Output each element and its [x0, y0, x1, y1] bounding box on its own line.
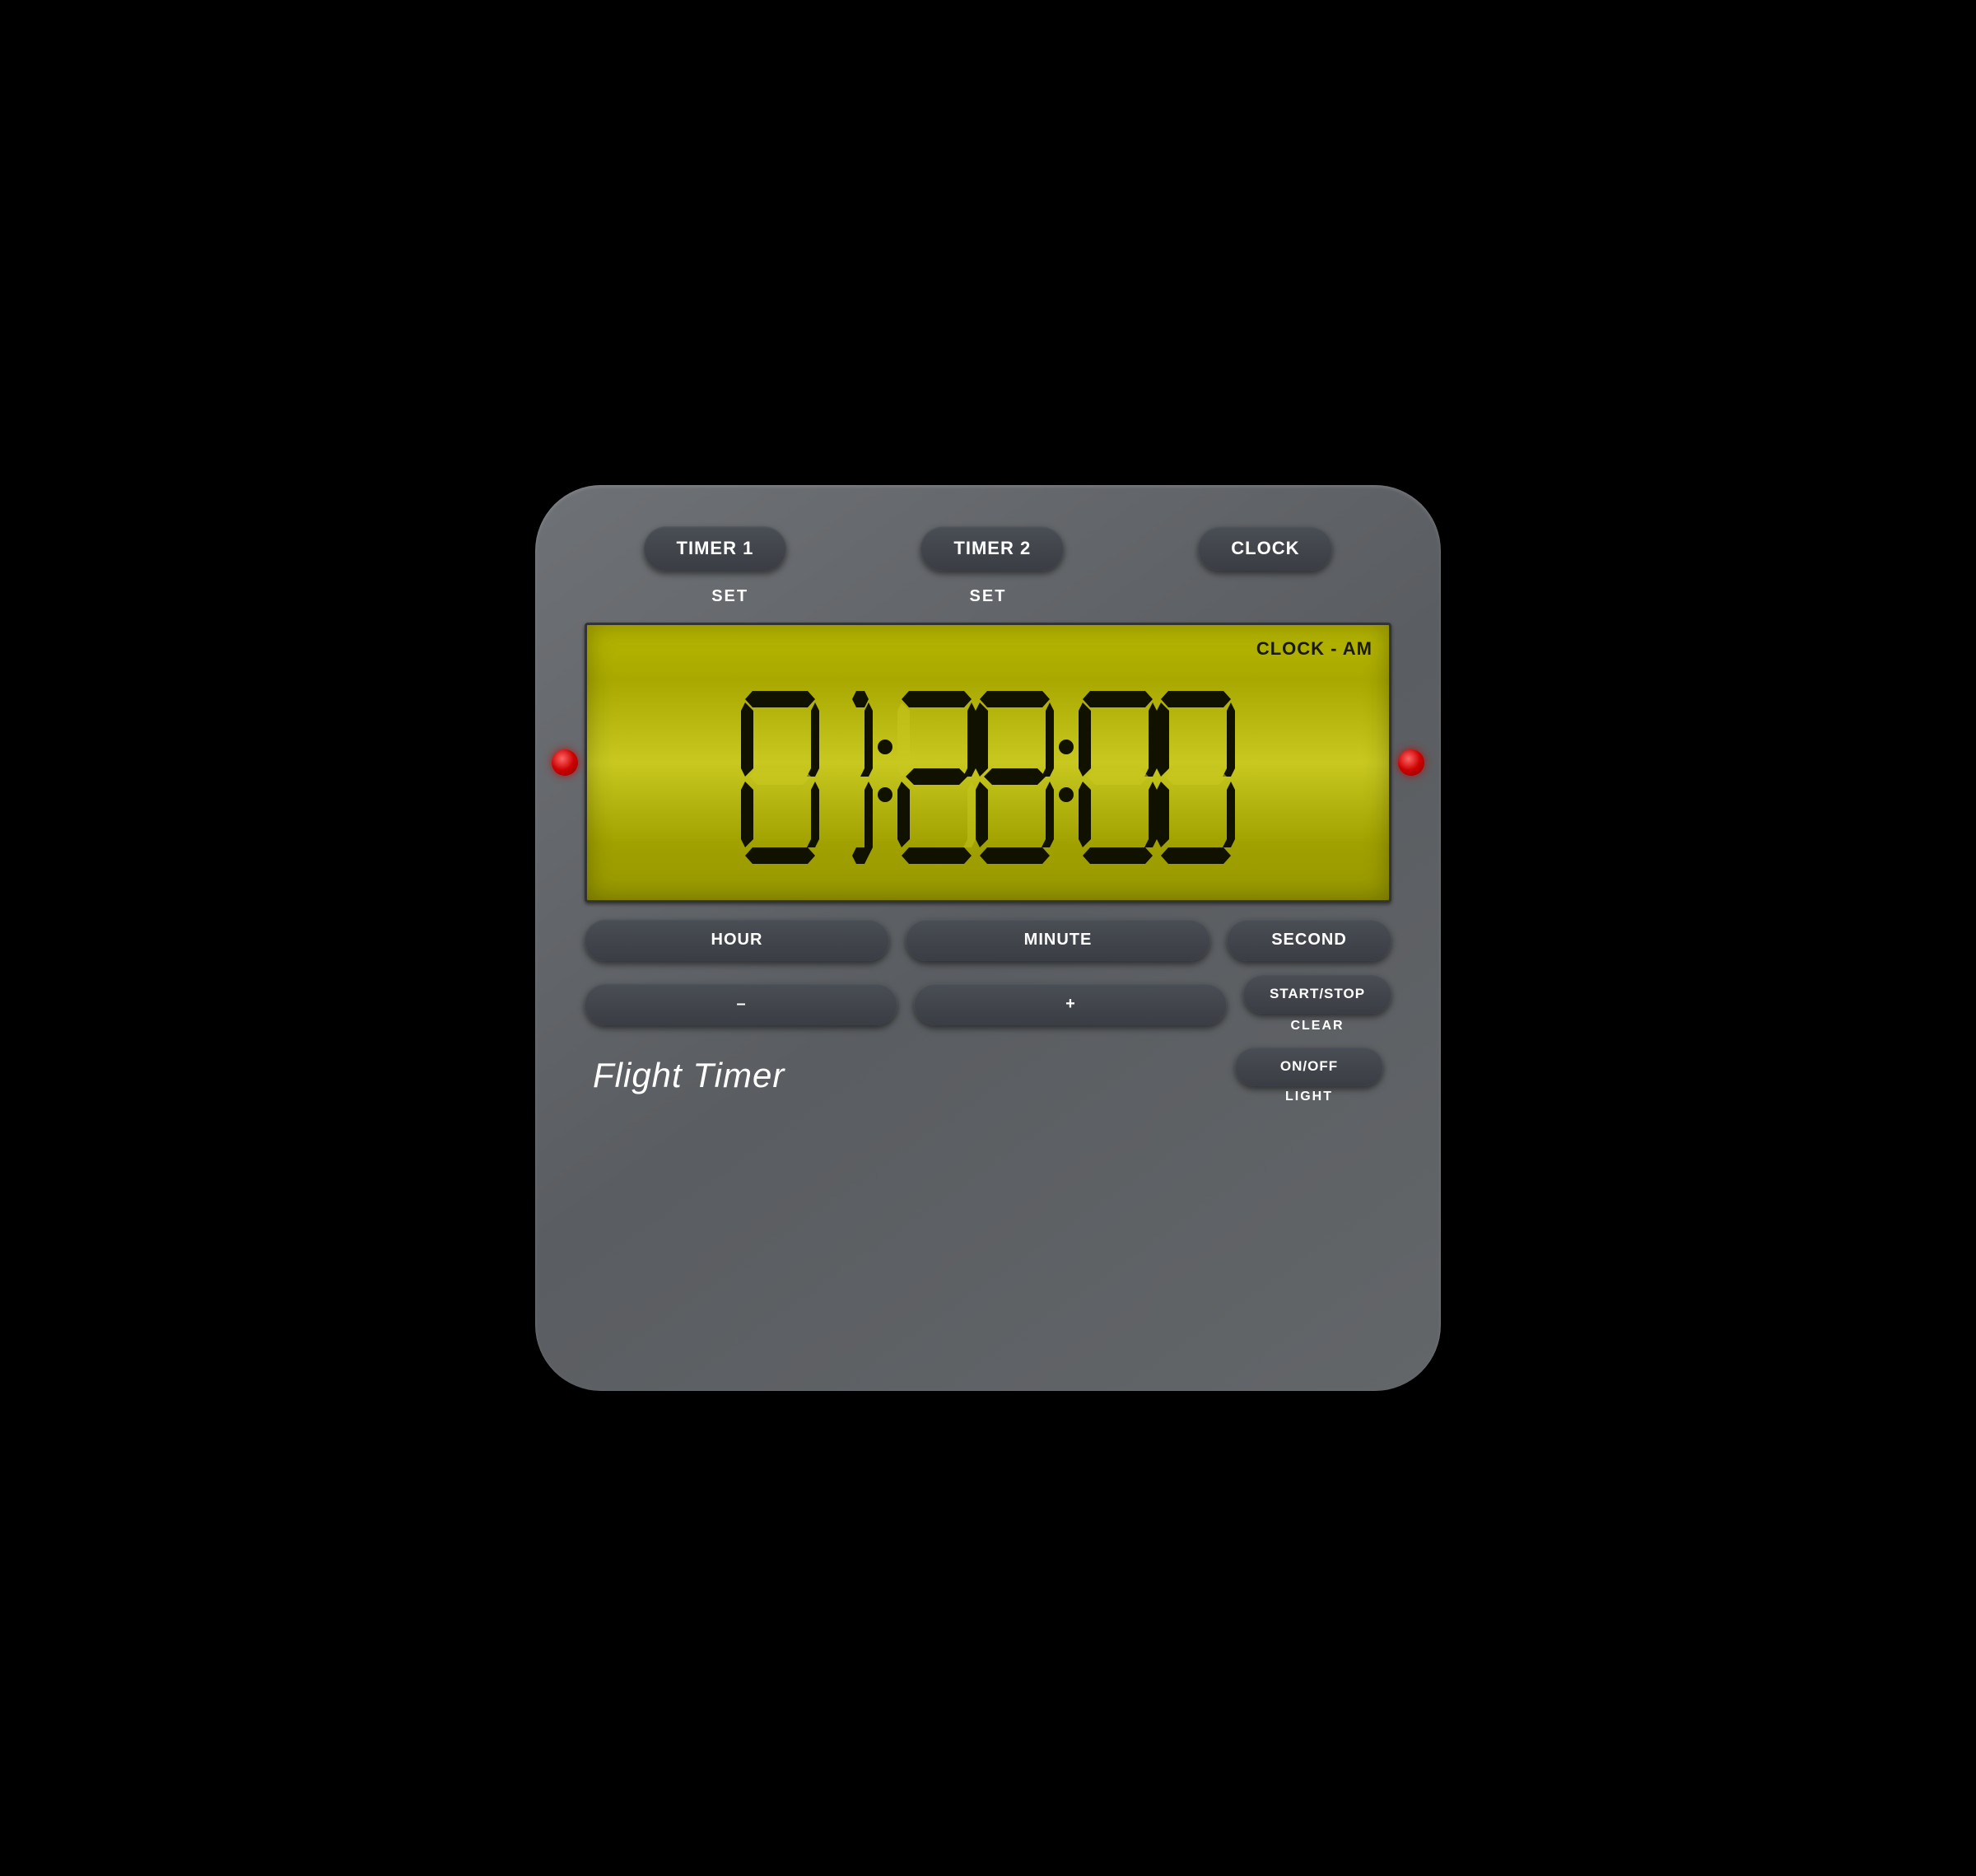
- timer1-button[interactable]: TIMER 1: [644, 526, 787, 571]
- lcd-display: CLOCK - AM: [585, 623, 1391, 903]
- minute-button[interactable]: MINUTE: [906, 919, 1210, 961]
- top-buttons-row: TIMER 1 TIMER 2 CLOCK: [585, 526, 1391, 571]
- flight-timer-device: TIMER 1 TIMER 2 CLOCK SET SET CLOCK - AM: [535, 485, 1441, 1391]
- set1-label: SET: [601, 587, 859, 606]
- startstop-button[interactable]: START/STOP: [1243, 974, 1391, 1014]
- onoff-button[interactable]: ON/OFF: [1235, 1047, 1383, 1086]
- right-controls: START/STOP CLEAR: [1243, 974, 1391, 1034]
- digit-sec2: [1157, 684, 1235, 866]
- plus-button[interactable]: +: [914, 983, 1227, 1025]
- light-label: LIGHT: [1285, 1090, 1333, 1104]
- minus-button[interactable]: –: [585, 983, 897, 1025]
- set-labels-row: SET SET: [585, 587, 1391, 606]
- digit-8: [976, 684, 1054, 866]
- digit-1: [819, 684, 873, 866]
- digit-2: [897, 684, 976, 866]
- control-buttons-row: – + START/STOP CLEAR: [585, 974, 1391, 1034]
- colon1: [873, 684, 897, 866]
- bottom-section: HOUR MINUTE SECOND – + START/STOP CLEAR …: [585, 919, 1391, 1104]
- display-mode-label: CLOCK - AM: [604, 638, 1372, 660]
- time-display: [604, 666, 1372, 884]
- colon2: [1054, 684, 1079, 866]
- second-button[interactable]: SECOND: [1227, 919, 1391, 961]
- led-left: [552, 749, 578, 776]
- clear-label: CLEAR: [1290, 1019, 1344, 1034]
- set2-label: SET: [859, 587, 1116, 606]
- display-wrapper: CLOCK - AM: [585, 623, 1391, 903]
- digit-sec1: [1079, 684, 1157, 866]
- led-right: [1398, 749, 1424, 776]
- digit-0: [741, 684, 819, 866]
- brand-row: Flight Timer ON/OFF LIGHT: [585, 1047, 1391, 1104]
- brand-label: Flight Timer: [593, 1056, 785, 1095]
- hour-button[interactable]: HOUR: [585, 919, 889, 961]
- clock-button[interactable]: CLOCK: [1198, 526, 1332, 571]
- timer2-button[interactable]: TIMER 2: [920, 526, 1064, 571]
- adjust-buttons-row: HOUR MINUTE SECOND: [585, 919, 1391, 961]
